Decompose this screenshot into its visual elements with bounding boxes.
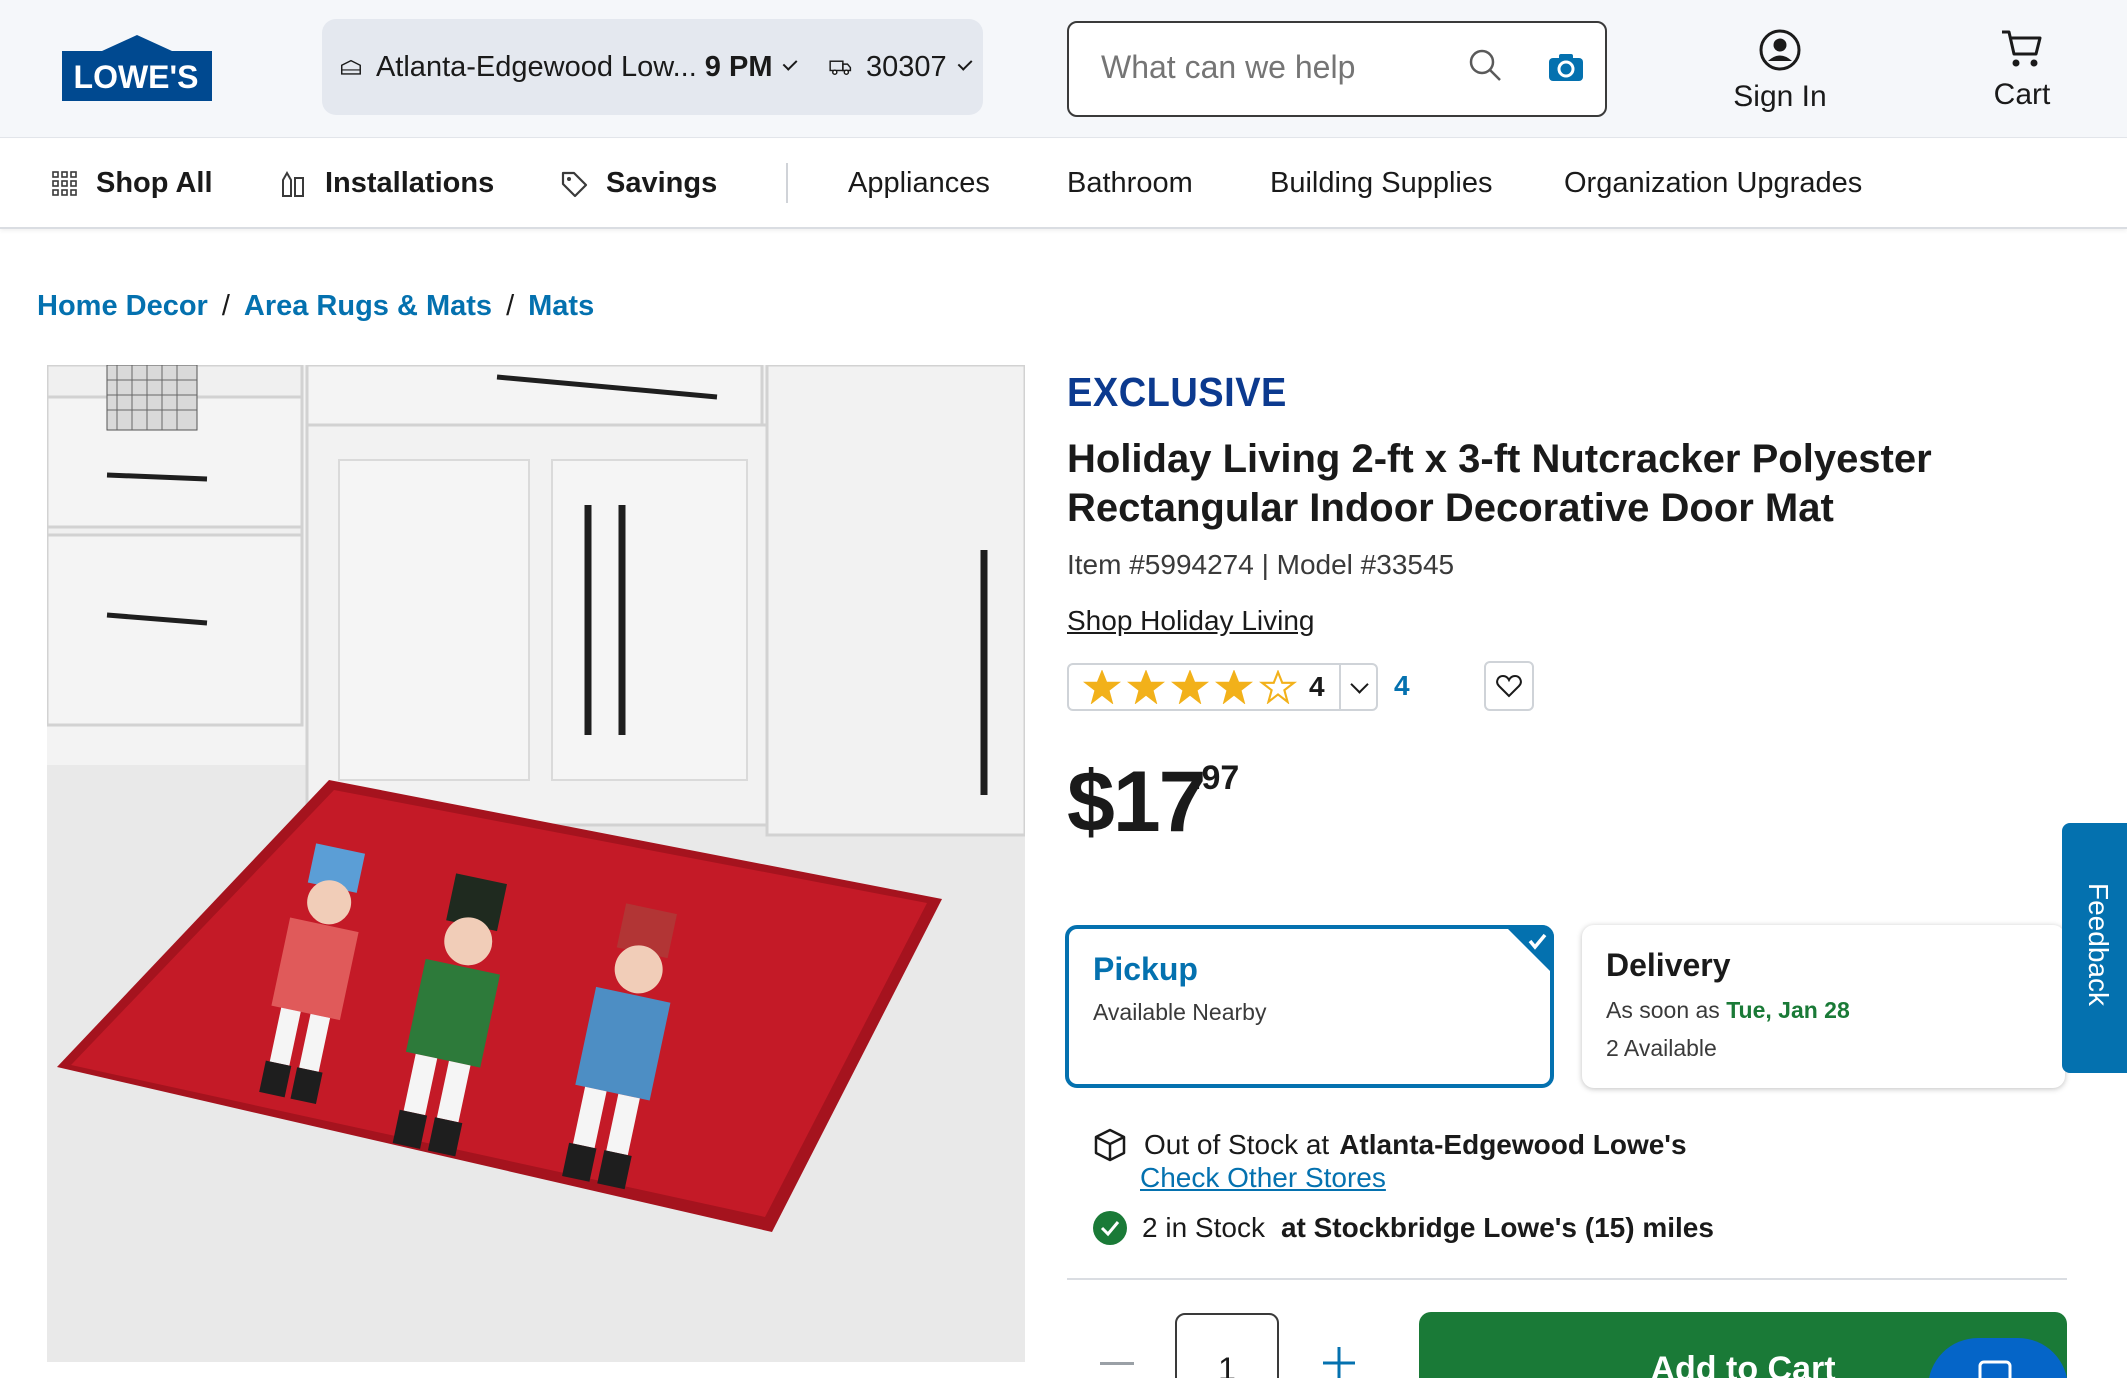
rating-expand[interactable] (1339, 665, 1378, 709)
rating-dropdown[interactable]: 4 (1067, 663, 1378, 711)
breadcrumb-home-decor[interactable]: Home Decor (37, 290, 208, 323)
delivery-available: 2 Available (1606, 1035, 1717, 1061)
delivery-date: Tue, Jan 28 (1726, 997, 1850, 1023)
check-other-stores-link[interactable]: Check Other Stores (1140, 1162, 1386, 1194)
store-hours[interactable]: 9 PM (705, 51, 773, 84)
site-header: LOWE'S Atlanta-Edgewood Low... 9 PM 3030… (0, 0, 2127, 138)
item-model-numbers: Item #5994274 | Model #33545 (1067, 549, 1455, 580)
camera-icon[interactable] (1548, 52, 1584, 82)
in-stock-count: 2 in Stock (1142, 1212, 1265, 1243)
rating-stars (1083, 670, 1297, 704)
breadcrumb-mats[interactable]: Mats (528, 290, 594, 323)
breadcrumb-area-rugs[interactable]: Area Rugs & Mats (244, 290, 492, 323)
delivery-title: Delivery (1606, 947, 1731, 983)
breadcrumb: Home Decor / Area Rugs & Mats / Mats (37, 290, 594, 323)
chevron-down-icon[interactable] (957, 55, 973, 71)
nav-divider (786, 163, 788, 203)
nav-building-supplies[interactable]: Building Supplies (1270, 167, 1492, 200)
sign-in-label: Sign In (1733, 80, 1827, 113)
delivery-zip[interactable]: 30307 (866, 51, 947, 84)
store-selector[interactable]: Atlanta-Edgewood Low... 9 PM 30307 (322, 19, 983, 115)
store-name[interactable]: Atlanta-Edgewood Low... (376, 51, 697, 84)
feedback-label: Feedback (2083, 883, 2114, 1006)
shop-brand-link[interactable]: Shop Holiday Living (1067, 605, 1315, 637)
star-filled-icon (1215, 670, 1253, 704)
cart-link[interactable]: Cart (1962, 28, 2082, 112)
star-empty-icon (1259, 670, 1297, 704)
tools-icon (282, 170, 304, 197)
pickup-subtitle: Available Nearby (1093, 999, 1267, 1025)
chat-icon (1978, 1360, 2012, 1378)
nutcracker-mat-photo (47, 365, 1025, 1362)
nav-savings[interactable]: Savings (560, 167, 717, 200)
search-input[interactable] (1101, 49, 1401, 86)
tag-icon (561, 171, 588, 197)
account-icon (1759, 29, 1801, 71)
cart-label: Cart (1993, 78, 2051, 111)
selected-check-icon (1504, 925, 1554, 975)
favorite-button[interactable] (1484, 661, 1534, 711)
quantity-increment-button[interactable] (1321, 1345, 1357, 1378)
heart-icon (1496, 674, 1522, 698)
nav-shop-all-label: Shop All (96, 167, 213, 199)
check-circle-icon (1093, 1211, 1127, 1245)
store-icon (341, 59, 361, 75)
nav-organization-upgrades[interactable]: Organization Upgrades (1564, 167, 1862, 200)
nav-savings-label: Savings (606, 167, 718, 199)
delivery-eta: As soon as Tue, Jan 28 (1606, 997, 1850, 1024)
nav-appliances[interactable]: Appliances (848, 167, 990, 200)
price-cents: .97 (1192, 759, 1240, 797)
package-icon (1094, 1128, 1126, 1162)
in-stock-line: 2 in Stock at Stockbridge Lowe's (15) mi… (1092, 1210, 1714, 1246)
price-dollars: $17 (1067, 754, 1206, 850)
star-filled-icon (1171, 670, 1209, 704)
delivery-option[interactable]: Delivery As soon as Tue, Jan 28 2 Availa… (1582, 925, 2065, 1088)
exclusive-badge: EXCLUSIVE (1067, 370, 1287, 416)
chevron-down-icon[interactable] (783, 55, 799, 71)
pickup-title: Pickup (1093, 951, 1198, 987)
delivery-eta-prefix: As soon as (1606, 997, 1720, 1023)
grid-icon (52, 170, 77, 196)
in-stock-store: at Stockbridge Lowe's (15) miles (1280, 1212, 1714, 1243)
feedback-tab[interactable]: Feedback (2062, 823, 2127, 1073)
out-of-stock-store: Atlanta-Edgewood Lowe's (1339, 1129, 1687, 1160)
out-of-stock-prefix: Out of Stock at (1144, 1129, 1330, 1160)
out-of-stock-line: Out of Stock at Atlanta-Edgewood Lowe's (1092, 1127, 1687, 1163)
breadcrumb-separator: / (506, 290, 515, 322)
nav-shop-all[interactable]: Shop All (52, 167, 213, 200)
review-count-link[interactable]: 4 (1394, 670, 1410, 702)
truck-icon (829, 60, 851, 75)
pickup-option[interactable]: Pickup Available Nearby (1065, 925, 1554, 1088)
category-nav: Shop All Installations Savings Appliance… (0, 139, 2127, 229)
rating-value: 4 (1309, 671, 1325, 702)
nav-bathroom[interactable]: Bathroom (1067, 167, 1193, 200)
cart-icon (2002, 30, 2042, 67)
quantity-input[interactable]: 1 (1175, 1313, 1279, 1378)
logo-text: LOWE'S (74, 59, 199, 95)
product-price: $17 .97 (1067, 753, 1239, 852)
divider (1067, 1278, 2067, 1280)
product-title: Holiday Living 2-ft x 3-ft Nutcracker Po… (1067, 437, 1932, 530)
search-icon[interactable] (1468, 48, 1502, 82)
star-filled-icon (1083, 670, 1121, 704)
search-bar (1067, 21, 1607, 117)
star-filled-icon (1127, 670, 1165, 704)
quantity-decrement-button[interactable] (1100, 1362, 1134, 1365)
sign-in-link[interactable]: Sign In (1720, 28, 1840, 114)
chevron-down-icon (1350, 674, 1369, 694)
nav-installations[interactable]: Installations (279, 167, 494, 200)
breadcrumb-separator: / (221, 290, 230, 322)
nav-installations-label: Installations (325, 167, 495, 199)
product-image[interactable] (47, 365, 1025, 1362)
lowes-logo[interactable]: LOWE'S (62, 33, 212, 103)
